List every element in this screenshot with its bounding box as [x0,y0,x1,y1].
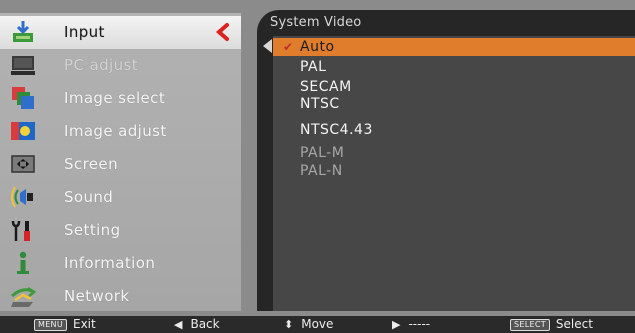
menu-item-label: Sound [64,188,114,206]
option-pal-m: PAL-M [273,144,635,162]
information-icon [10,250,36,276]
option-label: SECAM [300,79,352,95]
option-label: Auto [300,39,335,55]
menu-item-input[interactable]: Input [0,16,241,49]
screen-icon [10,151,36,177]
pc-adjust-icon [10,52,36,78]
triangle-right-icon: ▶ [392,318,401,331]
menu-item-label: Image adjust [64,122,167,140]
hint-select: SELECT Select [510,316,593,333]
option-ntsc[interactable]: NTSC [273,95,635,113]
image-adjust-icon [10,118,36,144]
select-key-icon: SELECT [510,318,550,331]
menu-key-icon: MENU [34,318,67,331]
input-icon [10,19,36,45]
menu-item-label: Image select [64,89,166,107]
hint-right-label: ----- [408,317,431,331]
setting-icon [10,217,36,243]
hint-right: ▶ ----- [392,316,430,333]
option-ntsc443[interactable]: NTSC4.43 [273,121,635,139]
option-secam[interactable]: SECAM [273,78,635,96]
main-menu: Input PC adjust Image select Image adjus… [0,13,241,311]
hint-move-label: Move [301,317,334,331]
sound-icon [10,184,36,210]
hint-exit-label: Exit [73,317,96,331]
system-video-list: ✔ Auto PAL SECAM NTSC NTSC4.43 PAL-M PAL… [273,36,635,311]
hint-back: ◀ Back [174,316,220,333]
hint-back-label: Back [190,317,220,331]
hint-bar: MENU Exit ◀ Back ⬍ Move ▶ ----- SELECT S… [0,316,635,333]
menu-item-label: Network [64,287,130,305]
option-label: NTSC4.43 [300,122,373,138]
menu-item-image-select[interactable]: Image select [0,82,241,115]
option-label: NTSC [300,96,340,112]
chevron-left-icon [215,23,229,41]
option-auto[interactable]: ✔ Auto [273,38,635,56]
option-label: PAL-N [300,163,343,179]
menu-item-screen[interactable]: Screen [0,148,241,181]
check-icon: ✔ [283,40,294,54]
image-select-icon [10,85,36,111]
option-pal-n: PAL-N [273,162,635,180]
menu-item-pc-adjust[interactable]: PC adjust [0,49,241,82]
menu-item-label: Information [64,254,156,272]
menu-item-setting[interactable]: Setting [0,214,241,247]
menu-item-label: PC adjust [64,56,138,74]
hint-move: ⬍ Move [284,316,333,333]
triangle-left-icon: ◀ [174,318,183,331]
hint-exit: MENU Exit [34,316,96,333]
network-icon [10,283,36,309]
projector-osd-menu: Input PC adjust Image select Image adjus… [0,0,635,333]
menu-item-label: Setting [64,221,121,239]
menu-item-sound[interactable]: Sound [0,181,241,214]
menu-item-information[interactable]: Information [0,247,241,280]
submenu-panel: System Video ✔ Auto PAL SECAM NTSC NTSC4… [257,10,635,311]
hint-select-label: Select [555,317,593,331]
menu-item-image-adjust[interactable]: Image adjust [0,115,241,148]
menu-item-network[interactable]: Network [0,280,241,313]
option-pal[interactable]: PAL [273,58,635,76]
option-label: PAL [300,59,327,75]
option-label: PAL-M [300,145,345,161]
up-down-arrows-icon: ⬍ [284,318,294,331]
menu-item-label: Input [64,23,105,41]
submenu-title: System Video [270,15,362,30]
menu-item-label: Screen [64,155,118,173]
triangle-left-icon [263,39,272,53]
